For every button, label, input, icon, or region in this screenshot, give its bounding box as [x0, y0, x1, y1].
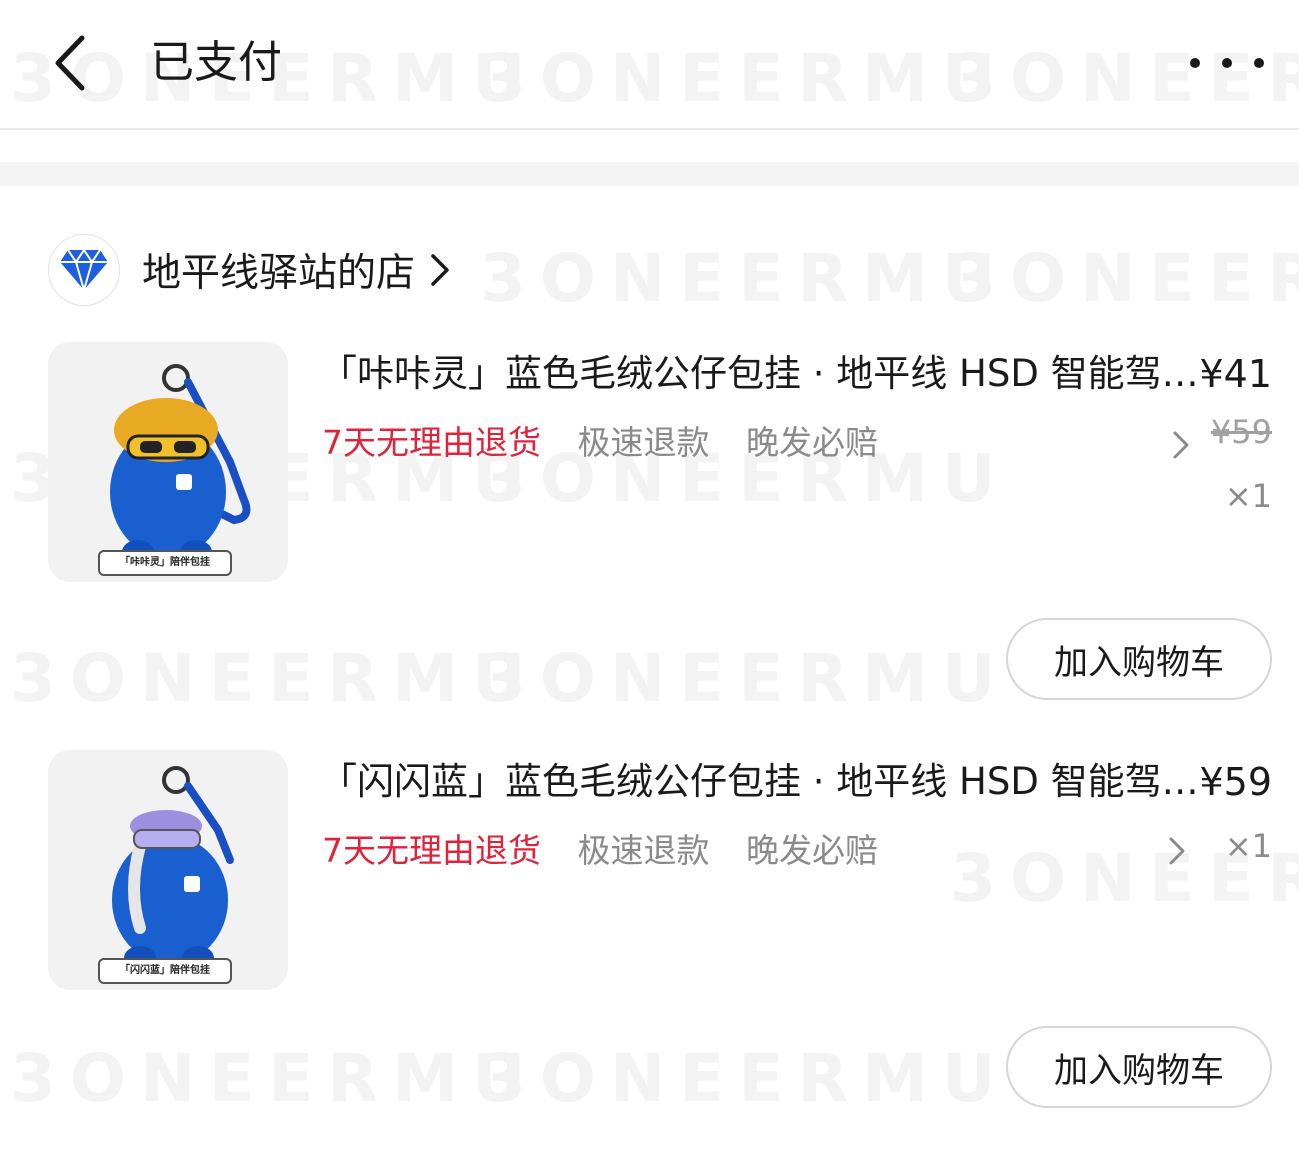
plush-keychain-image — [110, 364, 251, 564]
product-thumbnail[interactable]: 「咔咔灵」陪伴包挂 — [48, 342, 288, 582]
watermark: 3ONEERMU — [480, 240, 1010, 317]
product-price: ¥41 — [1199, 352, 1272, 396]
original-price: ¥59 — [1210, 413, 1272, 451]
late-delivery-tag: 晚发必赔 — [746, 423, 878, 462]
chevron-right-icon — [431, 254, 449, 286]
product-label: 「咔咔灵」陪伴包挂 — [98, 550, 232, 576]
service-tags: 7天无理由退货 极速退款 晚发必赔 — [322, 828, 904, 874]
product-price: ¥59 — [1199, 760, 1272, 804]
back-arrow-icon[interactable] — [44, 30, 104, 96]
page-title: 已支付 — [150, 37, 282, 88]
chevron-right-icon[interactable] — [1168, 836, 1186, 866]
shop-header[interactable]: 地平线驿站的店 — [48, 234, 451, 306]
add-to-cart-button[interactable]: 加入购物车 — [1006, 618, 1272, 700]
top-bar: 已支付 — [0, 0, 1299, 130]
shop-avatar — [48, 234, 120, 306]
quantity: ×1 — [1224, 827, 1272, 865]
product-title[interactable]: 「闪闪蓝」蓝色毛绒公仔包挂 · 地平线 HSD 智能驾驶系统 — [320, 756, 1200, 808]
product-label: 「闪闪蓝」陪伴包挂 — [98, 958, 232, 984]
add-to-cart-button[interactable]: 加入购物车 — [1006, 1026, 1272, 1108]
product-thumbnail[interactable]: 「闪闪蓝」陪伴包挂 — [48, 750, 288, 990]
shop-name: 地平线驿站的店 — [142, 251, 416, 296]
watermark: 3ONEERMU — [950, 240, 1299, 317]
product-title[interactable]: 「咔咔灵」蓝色毛绒公仔包挂 · 地平线 HSD 智能驾驶系统 — [320, 348, 1200, 400]
diamond-logo-icon — [60, 248, 108, 292]
section-divider — [0, 162, 1299, 186]
late-delivery-tag: 晚发必赔 — [746, 831, 878, 870]
plush-keychain-image — [112, 766, 234, 970]
more-options-icon[interactable] — [1181, 40, 1273, 86]
fast-refund-tag: 极速退款 — [577, 831, 710, 870]
service-tags: 7天无理由退货 极速退款 晚发必赔 — [322, 420, 904, 466]
return-policy-tag: 7天无理由退货 — [322, 423, 541, 462]
chevron-right-icon[interactable] — [1172, 430, 1190, 460]
quantity: ×1 — [1224, 477, 1272, 515]
order-item[interactable]: 「闪闪蓝」陪伴包挂 「闪闪蓝」蓝色毛绒公仔包挂 · 地平线 HSD 智能驾驶系统… — [48, 750, 1272, 1110]
order-item[interactable]: 「咔咔灵」陪伴包挂 「咔咔灵」蓝色毛绒公仔包挂 · 地平线 HSD 智能驾驶系统… — [48, 342, 1272, 702]
fast-refund-tag: 极速退款 — [577, 423, 710, 462]
return-policy-tag: 7天无理由退货 — [322, 831, 541, 870]
